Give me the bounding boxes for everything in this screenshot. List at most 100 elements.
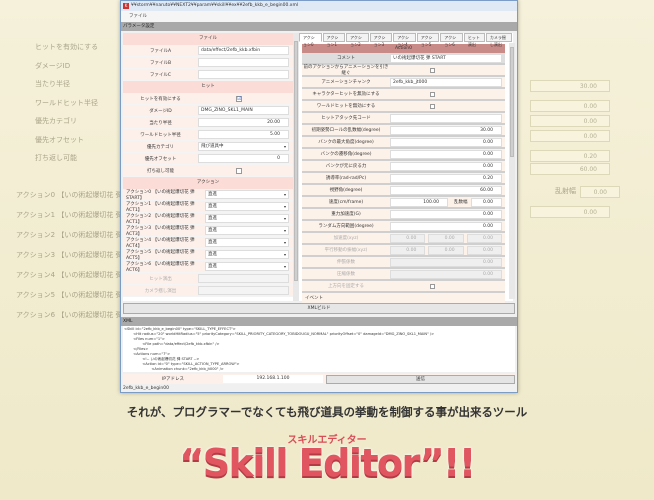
- tab-action[interactable]: アクション0: [299, 33, 322, 47]
- speed-input[interactable]: 100.00: [390, 197, 448, 207]
- action-param-row: バンクが元に戻る力 0.00: [302, 161, 505, 173]
- param-label: 平行移動の振幅(xyz): [324, 248, 368, 253]
- action-select[interactable]: 直進: [205, 214, 289, 223]
- tab-action[interactable]: アクション6: [440, 33, 463, 47]
- param-number[interactable]: 0.00: [390, 209, 502, 219]
- param-label: バンクが元に戻る力: [325, 164, 367, 169]
- param-checkbox[interactable]: [430, 67, 435, 73]
- param-checkbox: [430, 283, 435, 289]
- ghost-value: 乱射幅: [555, 187, 576, 195]
- ghost-label: 優先カテゴリ: [35, 117, 77, 125]
- action-select[interactable]: 直進: [205, 190, 289, 199]
- param-number[interactable]: 0.00: [390, 149, 502, 159]
- xml-textarea[interactable]: <Skill id="2efb_kkb_e_begin00" type="SKI…: [123, 326, 515, 372]
- right-scrollbar[interactable]: [509, 43, 515, 299]
- tab-action[interactable]: アクション2: [346, 33, 369, 47]
- file-row: ファイルC: [123, 69, 293, 81]
- xml-build-button[interactable]: XMLビルド: [123, 303, 515, 314]
- param-number: 0.00: [466, 233, 502, 243]
- tab-action[interactable]: アクション1: [322, 33, 346, 47]
- file-section-header: ファイル: [123, 33, 293, 45]
- send-button[interactable]: 送信: [326, 374, 515, 384]
- action-select[interactable]: 直進: [205, 262, 289, 271]
- app-icon: K: [123, 3, 129, 9]
- hit-row: ヒットを有効にする ☑: [123, 93, 293, 105]
- window-title: ¥¥storm¥¥naruto¥¥NEXT2¥¥param¥¥skill¥¥ex…: [131, 3, 299, 8]
- action-row: アクション1 【いの術起爆切花 弾 ACT1】 直進: [123, 201, 293, 213]
- action-param-row: キャラクターヒットを無効にする: [302, 89, 505, 101]
- file-label: ファイルC: [149, 72, 172, 78]
- ghost-value: 0.20: [530, 150, 610, 162]
- action-label: アクション3 【いの術起爆切花 弾 ACT3】: [126, 225, 195, 237]
- right-panel: アクション0アクション1アクション2アクション3アクション4アクション5アクショ…: [299, 33, 513, 305]
- hit-input[interactable]: DMG_ZINO_SKL1_MAIN: [198, 106, 289, 115]
- action-param-row: 視野角(degree) 60.00: [302, 185, 505, 197]
- random-width-label: 乱数幅: [454, 200, 468, 205]
- hit-label: 当たり半径: [149, 120, 172, 126]
- action-label: アクション2 【いの術起爆切花 弾 ACT1】: [126, 213, 195, 225]
- hit-label: 打ち返し可能: [147, 168, 174, 174]
- hit-label: ヒットを有効にする: [140, 96, 181, 102]
- dim-label: ヒット演出: [149, 276, 172, 282]
- action-param-row: 速度(cm/frame) 100.00 乱数幅 0.00: [302, 197, 505, 209]
- action-param-row: 初期姿勢ロールの乱数幅(degree) 30.00: [302, 125, 505, 137]
- param-number[interactable]: 0.00: [390, 137, 502, 147]
- ghost-action-label: アクション2 【いの術起爆切花 弾 AC: [16, 231, 135, 239]
- action-row: アクション6 【いの術起爆切花 弾 ACT6】 直進: [123, 261, 293, 273]
- hit-input[interactable]: 飛び道具中: [198, 142, 289, 151]
- param-label: 速度(cm/frame): [328, 200, 364, 205]
- action-label: アクション4 【いの術起爆切花 弾 ACT4】: [126, 237, 195, 249]
- action-param-row: 重力加速度(G) 0.00: [302, 209, 505, 221]
- action-tabs: アクション0アクション1アクション2アクション3アクション4アクション5アクショ…: [299, 33, 513, 47]
- param-number: 0.00: [428, 233, 464, 243]
- action-param-row: 伸張係数 0.00: [302, 257, 505, 269]
- action-select[interactable]: 直進: [205, 226, 289, 235]
- ghost-label: 優先オフセット: [35, 135, 84, 144]
- ghost-label: ヒットを有効にする: [35, 43, 99, 51]
- file-input[interactable]: data/effect/2efb_kkb.xfbin: [198, 46, 289, 55]
- ip-input[interactable]: 192.168.1.100: [223, 375, 323, 383]
- param-label: 前のアクションからアニメーションを引き継ぐ: [303, 65, 389, 76]
- hit-row: 優先カテゴリ 飛び道具中: [123, 141, 293, 153]
- ip-label: IPアドレス: [161, 377, 185, 382]
- param-number[interactable]: 0.00: [390, 221, 502, 231]
- param-number[interactable]: 0.00: [390, 161, 502, 171]
- action-row: アクション4 【いの術起爆切花 弾 ACT4】 直進: [123, 237, 293, 249]
- menu-bar: ファイル: [121, 11, 517, 22]
- hit-input[interactable]: 20.00: [198, 118, 289, 127]
- param-input[interactable]: 2efb_kkb_jt000: [390, 77, 502, 87]
- tab-action[interactable]: アクション5: [416, 33, 440, 47]
- action-param-row: ランダム方向範囲(degree) 0.00: [302, 221, 505, 233]
- param-input[interactable]: [390, 113, 502, 123]
- action-select[interactable]: 直進: [205, 202, 289, 211]
- hit-checkbox[interactable]: [236, 167, 242, 174]
- tab-action[interactable]: アクション3: [369, 33, 393, 47]
- param-number: 0.00: [390, 269, 502, 279]
- file-input[interactable]: [198, 70, 289, 79]
- ghost-value: 30.00: [530, 80, 610, 92]
- action-param-row: 上方向を固定する: [302, 281, 505, 293]
- param-input[interactable]: いの術起爆切花 弾 START: [390, 53, 502, 63]
- ghost-value: 60.00: [530, 163, 610, 175]
- file-input[interactable]: [198, 58, 289, 67]
- hit-input[interactable]: 0: [198, 154, 289, 163]
- param-checkbox[interactable]: [430, 103, 435, 109]
- action-select[interactable]: 直進: [205, 250, 289, 259]
- random-width-input[interactable]: 0.00: [470, 197, 502, 207]
- param-checkbox[interactable]: [430, 91, 435, 97]
- action-row: アクション0 【いの術起爆切花 弾 START】 直進: [123, 189, 293, 201]
- tab-action[interactable]: アクション4: [393, 33, 416, 47]
- tab-action[interactable]: ヒット演出: [463, 33, 485, 47]
- menu-file[interactable]: ファイル: [129, 14, 147, 19]
- action-param-row: バンクの遷移角(degree) 0.00: [302, 149, 505, 161]
- param-number: 0.00: [390, 245, 426, 255]
- param-number[interactable]: 0.20: [390, 173, 502, 183]
- param-number[interactable]: 30.00: [390, 125, 502, 135]
- hit-input[interactable]: 5.00: [198, 130, 289, 139]
- param-label: 誘導率(rad-rad/Pc): [325, 176, 367, 181]
- action-select[interactable]: 直進: [205, 238, 289, 247]
- hit-checkbox[interactable]: ☑: [236, 95, 242, 102]
- param-number[interactable]: 60.00: [390, 185, 502, 195]
- param-number: 0.00: [466, 245, 502, 255]
- tab-action[interactable]: カメラ揺し演出: [485, 33, 513, 47]
